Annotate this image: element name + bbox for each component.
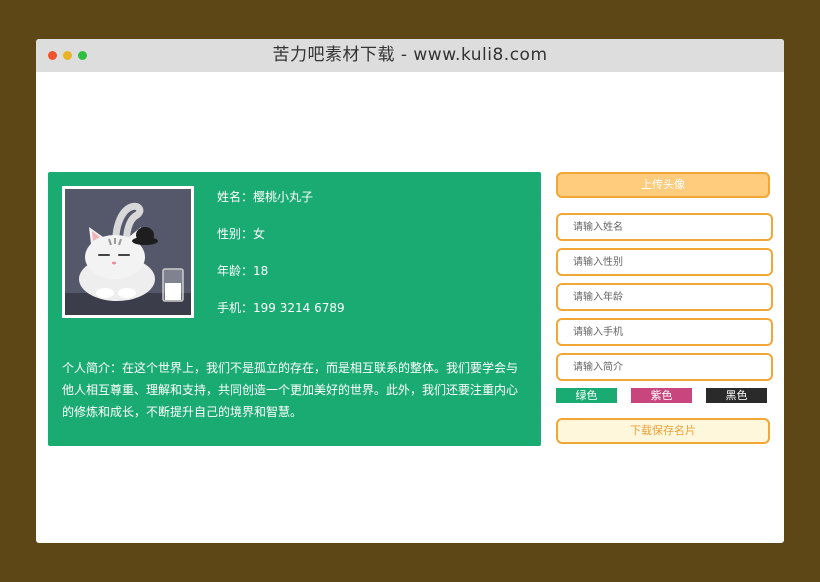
bio-input[interactable]	[556, 353, 773, 381]
window-title: 苦力吧素材下载 - www.kuli8.com	[272, 45, 548, 65]
phone-input[interactable]	[556, 318, 773, 346]
black-theme-button[interactable]: 黑色	[706, 388, 767, 403]
upload-avatar-button[interactable]: 上传头像	[556, 172, 770, 198]
download-card-button[interactable]: 下载保存名片	[556, 418, 770, 444]
name-line: 姓名：樱桃小丸子	[217, 190, 314, 204]
browser-window: 苦力吧素材下载 - www.kuli8.com 姓名：樱桃小丸子 性别：女 年龄…	[36, 39, 784, 543]
phone-line: 手机：199 3214 6789	[217, 301, 345, 315]
business-card: 姓名：樱桃小丸子 性别：女 年龄：18 手机：199 3214 6789 个人简…	[48, 172, 541, 446]
age-line: 年龄：18	[217, 264, 269, 278]
green-theme-button[interactable]: 绿色	[556, 388, 617, 403]
purple-theme-button[interactable]: 紫色	[631, 388, 692, 403]
avatar	[62, 186, 194, 318]
cat-avatar-icon	[65, 189, 191, 315]
gender-line: 性别：女	[217, 227, 266, 241]
title-bar: 苦力吧素材下载 - www.kuli8.com	[36, 39, 784, 72]
name-input[interactable]	[556, 213, 773, 241]
gender-input[interactable]	[556, 248, 773, 276]
age-input[interactable]	[556, 283, 773, 311]
bio-text: 个人简介：在这个世界上，我们不是孤立的存在，而是相互联系的整体。我们要学会与他人…	[62, 361, 519, 419]
